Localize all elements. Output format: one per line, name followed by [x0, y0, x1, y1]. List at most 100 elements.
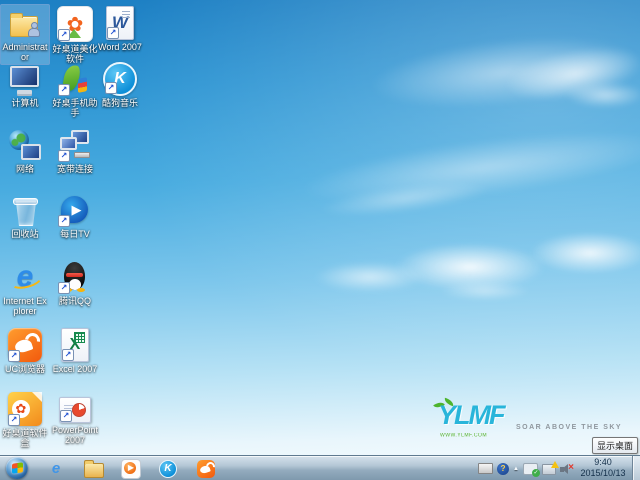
shortcut-arrow-icon: ↗: [58, 84, 70, 96]
shortcut-arrow-icon: ↗: [60, 410, 72, 422]
icon-label: UC浏览器: [5, 364, 45, 374]
desktop-icon-broadband[interactable]: ↗ 宽带连接: [50, 126, 100, 177]
desktop-icon-network[interactable]: 网络: [0, 126, 50, 177]
computer-icon: [8, 62, 42, 96]
cloud: [565, 82, 640, 108]
uc-squirrel-icon: ↗: [8, 328, 42, 362]
ie-glyph: e: [16, 260, 34, 293]
taskbar-uc-browser[interactable]: [194, 458, 218, 479]
clock-date: 2015/10/13: [580, 468, 626, 478]
desktop-icon-recycle-bin[interactable]: 回收站: [0, 191, 50, 242]
ie-icon: e: [8, 260, 42, 294]
icon-label: Internet Explorer: [3, 296, 47, 316]
tv-play-icon: ▶ ↗: [58, 193, 92, 227]
desktop-icon-meiri-tv[interactable]: ▶ ↗ 每日TV: [50, 191, 100, 242]
broadband-icon: ↗: [58, 128, 92, 162]
cloud: [530, 232, 640, 274]
icon-label: 好桌道软件盒: [2, 428, 48, 448]
desktop[interactable]: Administrator ✿ ↗ 好桌道美化软件 W ↗ Word 2007 …: [0, 0, 640, 480]
shortcut-arrow-icon: ↗: [62, 349, 74, 361]
security-icon[interactable]: ✓: [523, 462, 540, 477]
shortcut-arrow-icon: ↗: [8, 350, 20, 362]
ylmf-tagline: SOAR ABOVE THE SKY: [516, 424, 623, 431]
taskbar: e ▶ K ? ▲ ✓ × 9:40 2015/10/13: [0, 455, 640, 480]
desktop-icon-computer[interactable]: 计算机: [0, 60, 50, 111]
word-icon: W ↗: [106, 6, 134, 40]
icon-label: 腾讯QQ: [58, 296, 91, 306]
ylmf-watermark: YLMF SOAR ABOVE THE SKY WWW.YLMF.COM: [428, 397, 621, 444]
desktop-icon-haozhuodao-beautify[interactable]: ✿ ↗ 好桌道美化软件: [50, 4, 100, 67]
play-glyph: ▶: [127, 463, 135, 472]
shortcut-arrow-icon: ↗: [58, 282, 70, 294]
shortcut-arrow-icon: ↗: [105, 82, 117, 94]
windows-flag-icon: [11, 462, 23, 474]
flower-icon: ✿ ↗: [57, 6, 93, 42]
cloud: [315, 262, 425, 292]
network-status-icon[interactable]: [542, 461, 559, 475]
shortcut-arrow-icon: ↗: [107, 27, 119, 39]
media-player-icon: ▶: [121, 458, 141, 479]
folder-icon: [84, 459, 104, 478]
phone-assistant-icon: ↗: [58, 62, 92, 96]
desktop-icon-phone-assistant[interactable]: ↗ 好桌手机助手: [50, 60, 100, 121]
system-tray: ? ▲ ✓ ×: [478, 456, 574, 480]
ylmf-logo-text: YLMF: [438, 400, 505, 430]
uc-squirrel-icon: [197, 459, 215, 478]
icon-label: PowerPoint 2007: [51, 425, 99, 445]
icon-label: 网络: [15, 164, 34, 174]
taskbar-internet-explorer[interactable]: e: [44, 458, 68, 479]
powerpoint-icon: ↗: [59, 397, 91, 423]
desktop-icon-internet-explorer[interactable]: e Internet Explorer: [0, 258, 50, 319]
start-button[interactable]: [6, 457, 28, 479]
kugou-icon: K ↗: [103, 62, 137, 96]
icon-label: 酷狗音乐: [101, 98, 138, 108]
taskbar-windows-explorer[interactable]: [82, 458, 106, 479]
desktop-icon-powerpoint-2007[interactable]: ↗ PowerPoint 2007: [50, 390, 100, 448]
ylmf-url: WWW.YLMF.COM: [440, 433, 488, 439]
qq-scarf-icon: [64, 273, 83, 292]
shortcut-arrow-icon: ↗: [58, 29, 70, 41]
desktop-icon-tencent-qq[interactable]: ↗ 腾讯QQ: [50, 258, 100, 309]
shortcut-arrow-icon: ↗: [58, 150, 70, 162]
modem-icon: [74, 152, 90, 158]
taskbar-clock[interactable]: 9:40 2015/10/13: [575, 457, 631, 479]
ie-icon: e: [51, 460, 61, 477]
desktop-icon-word-2007[interactable]: W ↗ Word 2007: [96, 4, 144, 55]
show-hidden-icons-button[interactable]: ▲: [513, 466, 519, 472]
desktop-icon-haozhuodao-box[interactable]: ✿ ↗ 好桌道软件盒: [0, 390, 50, 451]
mute-x-icon: ×: [568, 461, 574, 473]
desktop-icon-kugou-music[interactable]: K ↗ 酷狗音乐: [96, 60, 144, 111]
taskbar-media-player[interactable]: ▶: [119, 458, 143, 479]
check-badge-icon: ✓: [532, 468, 540, 477]
show-desktop-tooltip: 显示桌面: [591, 437, 638, 454]
desktop-icon-uc-browser[interactable]: ↗ UC浏览器: [0, 326, 50, 377]
icon-label: 宽带连接: [56, 164, 93, 174]
icon-label: 计算机: [11, 98, 39, 108]
kugou-icon: K: [159, 459, 177, 478]
taskbar-kugou[interactable]: K: [156, 458, 180, 479]
user-folder-icon: [8, 6, 42, 40]
show-desktop-button[interactable]: [632, 456, 640, 480]
volume-muted-icon[interactable]: ×: [560, 461, 574, 475]
icon-label: Word 2007: [98, 42, 142, 52]
shortcut-arrow-icon: ↗: [8, 414, 20, 426]
warning-triangle-icon: [551, 461, 559, 468]
desktop-icon-administrator[interactable]: Administrator: [0, 4, 50, 65]
software-box-icon: ✿ ↗: [8, 392, 42, 426]
user-silhouette-icon: [28, 22, 40, 37]
cloud: [440, 282, 530, 300]
icon-label: 回收站: [11, 229, 39, 239]
clock-time: 9:40: [594, 457, 612, 467]
icon-label: 每日TV: [60, 229, 90, 239]
icon-label: Excel 2007: [52, 364, 98, 374]
icon-label: 好桌手机助手: [52, 98, 98, 118]
qq-penguin-icon: ↗: [58, 260, 92, 294]
icon-label: Administrator: [2, 42, 48, 62]
network-icon: [8, 128, 42, 162]
excel-icon: X ↗: [61, 328, 89, 362]
input-method-icon[interactable]: [478, 463, 494, 474]
kugou-glyph: K: [164, 463, 172, 474]
shortcut-arrow-icon: ↗: [58, 215, 70, 227]
desktop-icon-excel-2007[interactable]: X ↗ Excel 2007: [50, 326, 100, 377]
help-icon[interactable]: ?: [497, 462, 510, 475]
